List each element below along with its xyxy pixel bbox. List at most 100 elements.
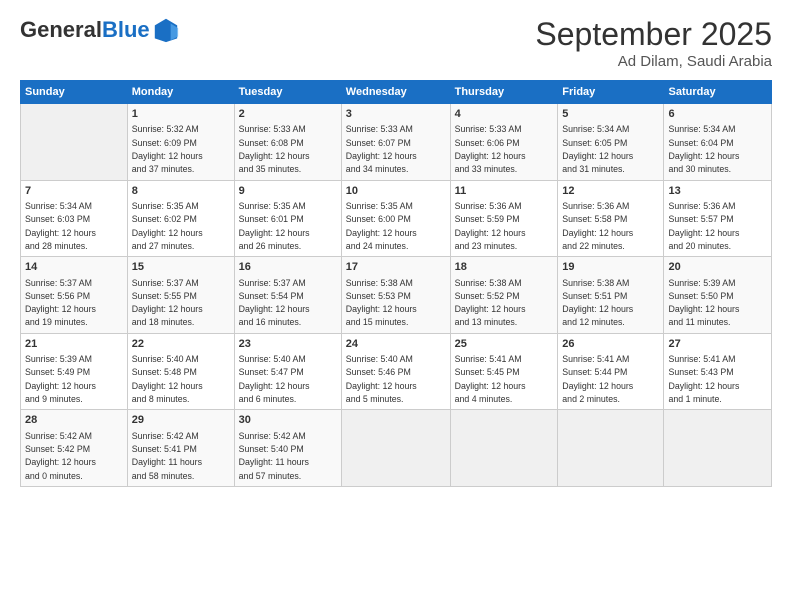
table-row: 7 Sunrise: 5:34 AMSunset: 6:03 PMDaylight…: [21, 180, 128, 257]
day-info: Sunrise: 5:38 AMSunset: 5:51 PMDaylight:…: [562, 278, 633, 328]
day-info: Sunrise: 5:40 AMSunset: 5:46 PMDaylight:…: [346, 354, 417, 404]
day-number: 19: [562, 260, 659, 275]
day-number: 12: [562, 184, 659, 199]
table-row: 5 Sunrise: 5:34 AMSunset: 6:05 PMDaylight…: [558, 104, 664, 181]
title-block: September 2025 Ad Dilam, Saudi Arabia: [535, 16, 772, 70]
day-info: Sunrise: 5:41 AMSunset: 5:43 PMDaylight:…: [668, 354, 739, 404]
day-number: 28: [25, 413, 123, 428]
day-info: Sunrise: 5:42 AMSunset: 5:40 PMDaylight:…: [239, 431, 309, 481]
day-info: Sunrise: 5:34 AMSunset: 6:04 PMDaylight:…: [668, 124, 739, 174]
table-row: 30 Sunrise: 5:42 AMSunset: 5:40 PMDayligh…: [234, 410, 341, 487]
day-number: 23: [239, 337, 337, 352]
table-row: 8 Sunrise: 5:35 AMSunset: 6:02 PMDaylight…: [127, 180, 234, 257]
day-info: Sunrise: 5:33 AMSunset: 6:08 PMDaylight:…: [239, 124, 310, 174]
logo-icon: [152, 16, 180, 44]
day-info: Sunrise: 5:32 AMSunset: 6:09 PMDaylight:…: [132, 124, 203, 174]
table-row: 22 Sunrise: 5:40 AMSunset: 5:48 PMDayligh…: [127, 333, 234, 410]
day-info: Sunrise: 5:42 AMSunset: 5:42 PMDaylight:…: [25, 431, 96, 481]
day-number: 2: [239, 107, 337, 122]
day-number: 29: [132, 413, 230, 428]
day-info: Sunrise: 5:33 AMSunset: 6:07 PMDaylight:…: [346, 124, 417, 174]
day-number: 11: [455, 184, 554, 199]
day-number: 17: [346, 260, 446, 275]
table-row: 28 Sunrise: 5:42 AMSunset: 5:42 PMDayligh…: [21, 410, 128, 487]
page-container: GeneralBlue September 2025 Ad Dilam, Sau…: [0, 0, 792, 497]
table-row: 18Sunrise: 5:38 AMSunset: 5:52 PMDayligh…: [450, 257, 558, 334]
logo: GeneralBlue: [20, 16, 180, 44]
table-row: 27 Sunrise: 5:41 AMSunset: 5:43 PMDayligh…: [664, 333, 772, 410]
table-row: 19 Sunrise: 5:38 AMSunset: 5:51 PMDayligh…: [558, 257, 664, 334]
col-saturday: Saturday: [664, 81, 772, 104]
day-info: Sunrise: 5:35 AMSunset: 6:02 PMDaylight:…: [132, 201, 203, 251]
day-info: Sunrise: 5:40 AMSunset: 5:47 PMDaylight:…: [239, 354, 310, 404]
day-info: Sunrise: 5:33 AMSunset: 6:06 PMDaylight:…: [455, 124, 526, 174]
day-number: 6: [668, 107, 767, 122]
day-number: 5: [562, 107, 659, 122]
day-number: 20: [668, 260, 767, 275]
day-info: Sunrise: 5:37 AMSunset: 5:55 PMDaylight:…: [132, 278, 203, 328]
day-number: 16: [239, 260, 337, 275]
day-info: Sunrise: 5:35 AMSunset: 6:00 PMDaylight:…: [346, 201, 417, 251]
day-info: Sunrise: 5:39 AMSunset: 5:49 PMDaylight:…: [25, 354, 96, 404]
table-row: 3 Sunrise: 5:33 AMSunset: 6:07 PMDaylight…: [341, 104, 450, 181]
day-info: Sunrise: 5:35 AMSunset: 6:01 PMDaylight:…: [239, 201, 310, 251]
table-row: [664, 410, 772, 487]
day-number: 18: [455, 260, 554, 275]
table-row: 14Sunrise: 5:37 AMSunset: 5:56 PMDayligh…: [21, 257, 128, 334]
month-title: September 2025: [535, 16, 772, 53]
day-number: 3: [346, 107, 446, 122]
day-info: Sunrise: 5:36 AMSunset: 5:57 PMDaylight:…: [668, 201, 739, 251]
table-row: 11 Sunrise: 5:36 AMSunset: 5:59 PMDayligh…: [450, 180, 558, 257]
table-row: 12 Sunrise: 5:36 AMSunset: 5:58 PMDayligh…: [558, 180, 664, 257]
calendar-header: Sunday Monday Tuesday Wednesday Thursday…: [21, 81, 772, 104]
day-info: Sunrise: 5:39 AMSunset: 5:50 PMDaylight:…: [668, 278, 739, 328]
col-monday: Monday: [127, 81, 234, 104]
day-number: 22: [132, 337, 230, 352]
table-row: 24 Sunrise: 5:40 AMSunset: 5:46 PMDayligh…: [341, 333, 450, 410]
day-info: Sunrise: 5:36 AMSunset: 5:58 PMDaylight:…: [562, 201, 633, 251]
day-number: 8: [132, 184, 230, 199]
table-row: [450, 410, 558, 487]
calendar-table: Sunday Monday Tuesday Wednesday Thursday…: [20, 80, 772, 487]
table-row: 4 Sunrise: 5:33 AMSunset: 6:06 PMDaylight…: [450, 104, 558, 181]
day-number: 1: [132, 107, 230, 122]
col-tuesday: Tuesday: [234, 81, 341, 104]
day-number: 9: [239, 184, 337, 199]
header: GeneralBlue September 2025 Ad Dilam, Sau…: [20, 16, 772, 70]
day-number: 10: [346, 184, 446, 199]
day-info: Sunrise: 5:41 AMSunset: 5:44 PMDaylight:…: [562, 354, 633, 404]
day-number: 21: [25, 337, 123, 352]
day-info: Sunrise: 5:38 AMSunset: 5:53 PMDaylight:…: [346, 278, 417, 328]
table-row: 20 Sunrise: 5:39 AMSunset: 5:50 PMDayligh…: [664, 257, 772, 334]
table-row: 15 Sunrise: 5:37 AMSunset: 5:55 PMDayligh…: [127, 257, 234, 334]
table-row: 21 Sunrise: 5:39 AMSunset: 5:49 PMDayligh…: [21, 333, 128, 410]
table-row: [558, 410, 664, 487]
table-row: 10 Sunrise: 5:35 AMSunset: 6:00 PMDayligh…: [341, 180, 450, 257]
day-number: 30: [239, 413, 337, 428]
day-number: 15: [132, 260, 230, 275]
col-friday: Friday: [558, 81, 664, 104]
table-row: [21, 104, 128, 181]
table-row: 1 Sunrise: 5:32 AMSunset: 6:09 PMDaylight…: [127, 104, 234, 181]
day-number: 14: [25, 260, 123, 275]
day-number: 27: [668, 337, 767, 352]
day-info: Sunrise: 5:40 AMSunset: 5:48 PMDaylight:…: [132, 354, 203, 404]
table-row: 13Sunrise: 5:36 AMSunset: 5:57 PMDayligh…: [664, 180, 772, 257]
col-sunday: Sunday: [21, 81, 128, 104]
col-wednesday: Wednesday: [341, 81, 450, 104]
day-info: Sunrise: 5:34 AMSunset: 6:05 PMDaylight:…: [562, 124, 633, 174]
col-thursday: Thursday: [450, 81, 558, 104]
table-row: [341, 410, 450, 487]
day-info: Sunrise: 5:36 AMSunset: 5:59 PMDaylight:…: [455, 201, 526, 251]
day-number: 24: [346, 337, 446, 352]
table-row: 26Sunrise: 5:41 AMSunset: 5:44 PMDayligh…: [558, 333, 664, 410]
table-row: 17 Sunrise: 5:38 AMSunset: 5:53 PMDayligh…: [341, 257, 450, 334]
calendar-body: 1 Sunrise: 5:32 AMSunset: 6:09 PMDaylight…: [21, 104, 772, 487]
logo-general: GeneralBlue: [20, 17, 150, 43]
table-row: 23 Sunrise: 5:40 AMSunset: 5:47 PMDayligh…: [234, 333, 341, 410]
day-info: Sunrise: 5:34 AMSunset: 6:03 PMDaylight:…: [25, 201, 96, 251]
day-number: 7: [25, 184, 123, 199]
day-number: 4: [455, 107, 554, 122]
location: Ad Dilam, Saudi Arabia: [535, 53, 772, 70]
day-info: Sunrise: 5:37 AMSunset: 5:54 PMDaylight:…: [239, 278, 310, 328]
